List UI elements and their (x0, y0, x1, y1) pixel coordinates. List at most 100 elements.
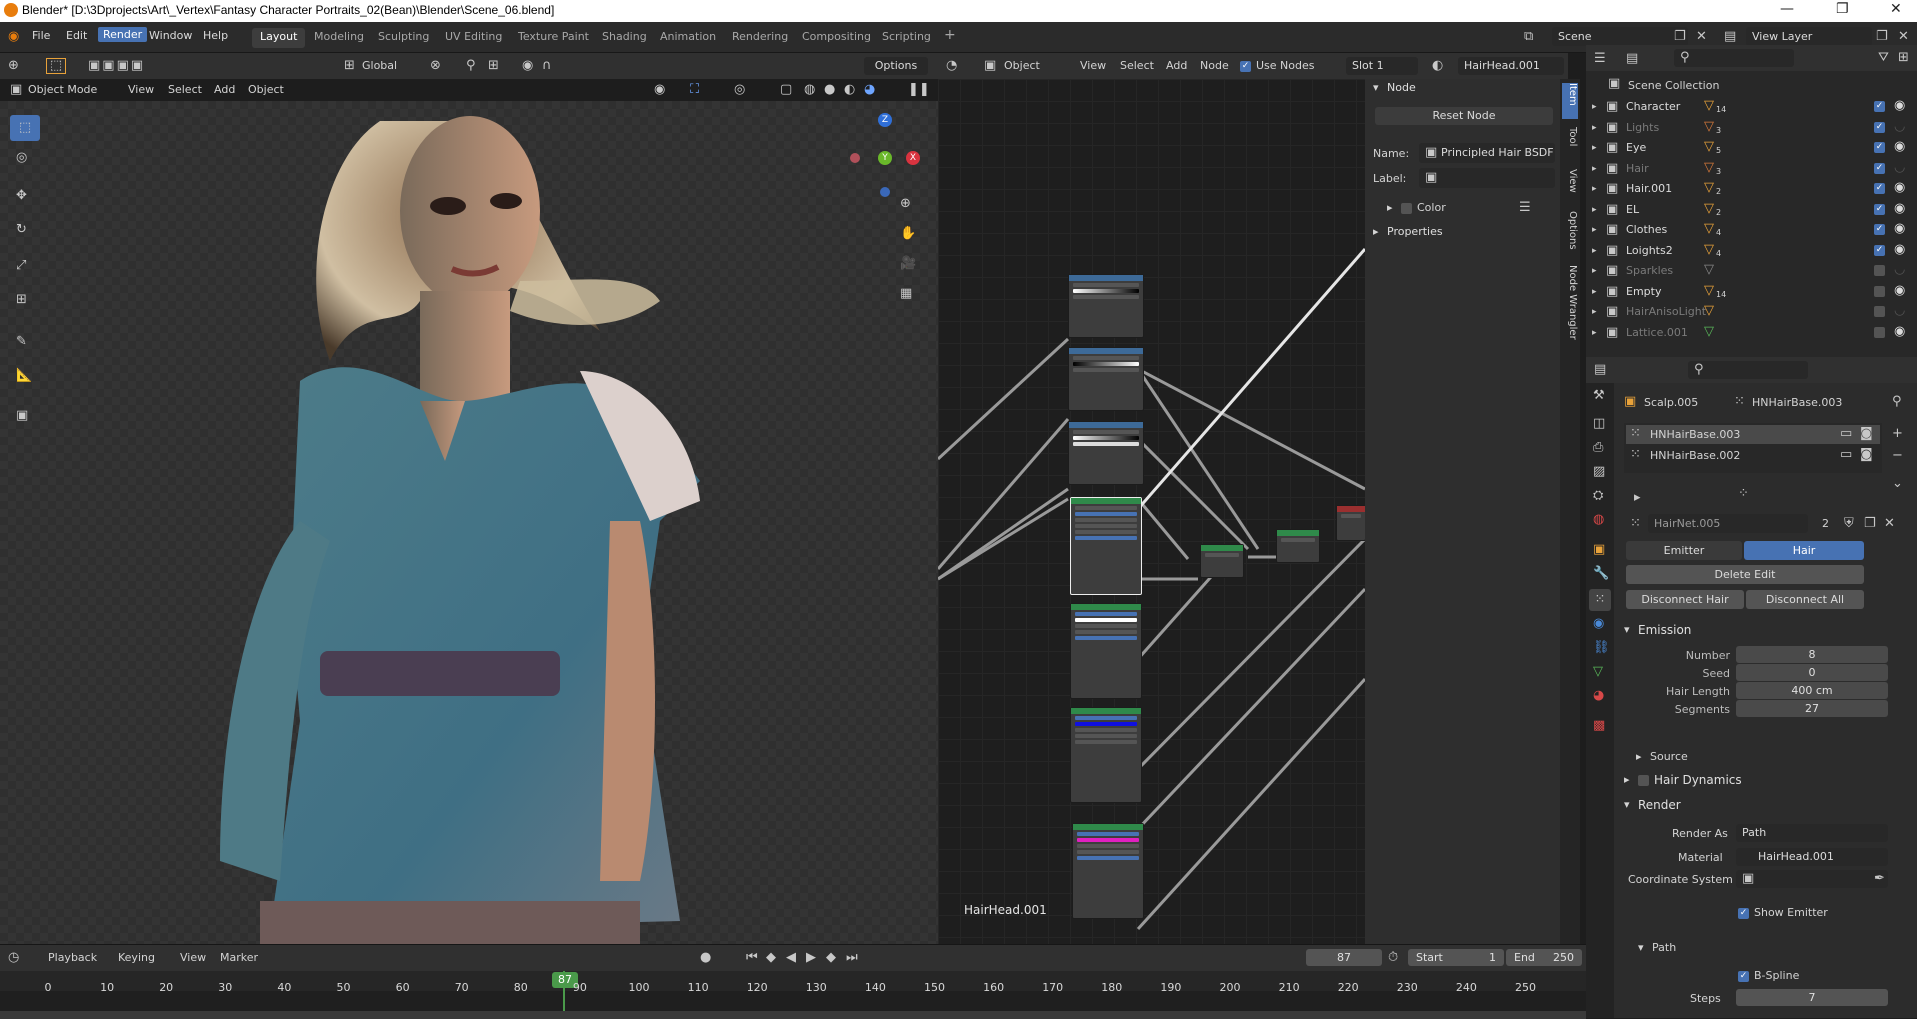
zoom-icon[interactable]: ⊕ (900, 197, 911, 211)
outliner-row[interactable]: ▸ ▣ Character ▽ 14 ✓ ◉ (1586, 97, 1917, 117)
menu-window[interactable]: Window (149, 29, 192, 42)
eye-closed-icon[interactable]: ◡ (1894, 263, 1905, 277)
emission-field-value[interactable]: 400 cm (1736, 682, 1888, 699)
expand-arrow-icon[interactable]: ▸ (1592, 326, 1597, 340)
properties-panel-chevron-icon[interactable]: ▸ (1373, 225, 1379, 238)
expand-arrow-icon[interactable]: ▸ (1592, 203, 1597, 217)
camera-view-icon[interactable]: 🎥 (900, 257, 916, 271)
node-material-output[interactable] (1336, 505, 1365, 541)
steps-field[interactable]: 7 (1736, 989, 1888, 1006)
delete-scene-icon[interactable]: ✕ (1696, 30, 1707, 44)
gizmo-neg-z[interactable] (880, 187, 890, 197)
exclude-checkbox[interactable]: ✓ (1874, 162, 1885, 174)
mode-dropdown[interactable]: Object Mode (28, 83, 97, 96)
viewport-options-button[interactable]: Options (864, 57, 928, 75)
eye-icon[interactable]: ◉ (1894, 140, 1905, 154)
selection-mode-icons[interactable]: ▣▣▣▣ (88, 59, 145, 73)
prev-keyframe-icon[interactable]: ◆ (766, 951, 776, 965)
reset-node-button[interactable]: Reset Node (1375, 107, 1553, 125)
close-button[interactable]: ✕ (1890, 1, 1902, 17)
exclude-checkbox[interactable] (1874, 265, 1885, 276)
list-icon[interactable]: ☰ (1519, 201, 1531, 215)
color-panel-chevron-icon[interactable]: ▸ (1387, 201, 1393, 214)
outliner-row[interactable]: ▸ ▣ Sparkles ▽ ◡ (1586, 261, 1917, 281)
show-emitter-checkbox[interactable]: ✓ (1738, 908, 1749, 919)
frame-start-field[interactable]: Start 1 (1408, 949, 1504, 966)
tab-texture-paint[interactable]: Texture Paint (510, 28, 597, 48)
cursor-tool-icon[interactable]: ◎ (16, 151, 27, 165)
hair-dynamics-chevron-icon[interactable]: ▸ (1624, 773, 1630, 786)
expand-arrow-icon[interactable]: ▸ (1592, 182, 1597, 196)
outliner-item-label[interactable]: Lattice.001 (1626, 326, 1688, 339)
outliner-item-label[interactable]: Character (1626, 100, 1680, 113)
playhead-frame-badge[interactable]: 87 (552, 972, 578, 988)
tab-animation[interactable]: Animation (652, 28, 724, 48)
exclude-checkbox[interactable]: ✓ (1874, 183, 1885, 194)
outliner-item-label[interactable]: Sparkles (1626, 264, 1673, 277)
sidebar-tab-tool[interactable]: Tool (1562, 127, 1578, 161)
orientation-dropdown[interactable]: Global (362, 59, 397, 72)
material-selector[interactable]: HairHead.001 (1458, 57, 1564, 75)
new-scene-icon[interactable]: ❐ (1674, 30, 1686, 44)
pan-hand-icon[interactable]: ✋ (900, 227, 916, 241)
outliner-row[interactable]: ▸ ▣ Empty ▽ 14 ◉ (1586, 282, 1917, 302)
outliner-item-label[interactable]: EL (1626, 203, 1639, 216)
node-menu-select[interactable]: Select (1120, 59, 1154, 72)
current-frame-field[interactable]: 87 (1306, 949, 1382, 966)
falloff-icon[interactable]: ∩ (542, 59, 552, 73)
eye-closed-icon[interactable]: ◡ (1894, 119, 1905, 134)
tab-compositing[interactable]: Compositing (794, 28, 879, 48)
node-menu-view[interactable]: View (1080, 59, 1106, 72)
expand-arrow-icon[interactable]: ▸ (1592, 264, 1597, 278)
maximize-button[interactable]: ❐ (1836, 1, 1849, 17)
frame-ruler[interactable] (0, 971, 1586, 991)
menu-help[interactable]: Help (203, 29, 228, 42)
sidebar-tab-options[interactable]: Options (1562, 211, 1578, 257)
outliner-row[interactable]: ▸ ▣ HairAnisoLight ▽ ◡ (1586, 302, 1917, 322)
snap-mode-icon[interactable]: ⊞ (488, 59, 499, 73)
viewport-menu-object[interactable]: Object (248, 83, 284, 96)
outliner-row[interactable]: ▸ ▣ Eye ▽ 5 ✓ ◉ (1586, 138, 1917, 158)
menu-edit[interactable]: Edit (66, 29, 87, 42)
outliner-item-label[interactable]: Lights (1626, 121, 1659, 134)
outliner-row[interactable]: ▸ ▣ EL ▽ 2 ✓ ◉ (1586, 200, 1917, 220)
timeline-track[interactable]: 87 (0, 971, 1586, 1019)
exclude-checkbox[interactable]: ✓ (1874, 244, 1885, 256)
scene-selector[interactable]: Scene (1552, 27, 1688, 46)
gizmo-neg-x[interactable] (850, 153, 860, 163)
jump-end-icon[interactable]: ⏭ (846, 951, 858, 965)
expand-arrow-icon[interactable]: ▸ (1592, 141, 1597, 155)
viewport-menu-view[interactable]: View (128, 83, 154, 96)
snap-icon[interactable]: ⚲ (466, 59, 476, 73)
tab-sculpting[interactable]: Sculpting (370, 28, 437, 48)
exclude-checkbox[interactable]: ✓ (1874, 224, 1885, 235)
use-nodes-checkbox[interactable]: ✓ (1240, 61, 1251, 72)
transform-tool-icon[interactable]: ⊞ (16, 293, 27, 307)
node-editor-type-icon[interactable]: ◔ (946, 59, 957, 73)
annotate-tool-icon[interactable]: ✎ (16, 335, 27, 349)
move-tool-icon[interactable]: ✥ (16, 189, 27, 203)
expand-arrow-icon[interactable]: ▸ (1592, 121, 1597, 135)
pause-render-icon[interactable]: ❚❚ (908, 83, 930, 97)
outliner-item-label[interactable]: Hair (1626, 162, 1649, 175)
slot-dropdown[interactable]: Slot 1 (1346, 57, 1418, 75)
eyedropper-icon[interactable]: ✒ (1874, 872, 1885, 886)
outliner-row[interactable]: ▸ ▣ Hair.001 ▽ 2 ✓ ◉ (1586, 179, 1917, 199)
outliner-item-label[interactable]: Hair.001 (1626, 182, 1672, 195)
outliner-row[interactable]: ▸ ▣ Loights2 ▽ 4 ✓ ◉ (1586, 241, 1917, 261)
exclude-checkbox[interactable]: ✓ (1874, 121, 1885, 133)
sidebar-tab-node-wrangler[interactable]: Node Wrangler (1562, 265, 1578, 357)
select-box-tool-icon[interactable]: ⬚ (10, 115, 40, 141)
3d-viewport[interactable]: ⬚ ◎ ✥ ↻ ⤢ ⊞ ✎ 📐 ▣ Z Y X ⊕ ✋ 🎥 ▦ (0, 101, 938, 944)
tab-uv-editing[interactable]: UV Editing (437, 28, 510, 48)
expand-arrow-icon[interactable]: ▸ (1592, 285, 1597, 299)
blender-menu-icon[interactable]: ◉ (8, 30, 19, 44)
rendered-shading-icon[interactable]: ◕ (864, 83, 875, 97)
eye-icon[interactable]: ◉ (1894, 99, 1905, 113)
node-menu-add[interactable]: Add (1166, 59, 1187, 72)
gizmo-toggle-icon[interactable]: ⛶ (690, 83, 699, 97)
source-chevron-icon[interactable]: ▸ (1636, 750, 1642, 763)
timeline-menu-playback[interactable]: Playback (48, 951, 97, 964)
viewport-menu-add[interactable]: Add (214, 83, 235, 96)
expand-arrow-icon[interactable]: ▸ (1592, 244, 1597, 258)
